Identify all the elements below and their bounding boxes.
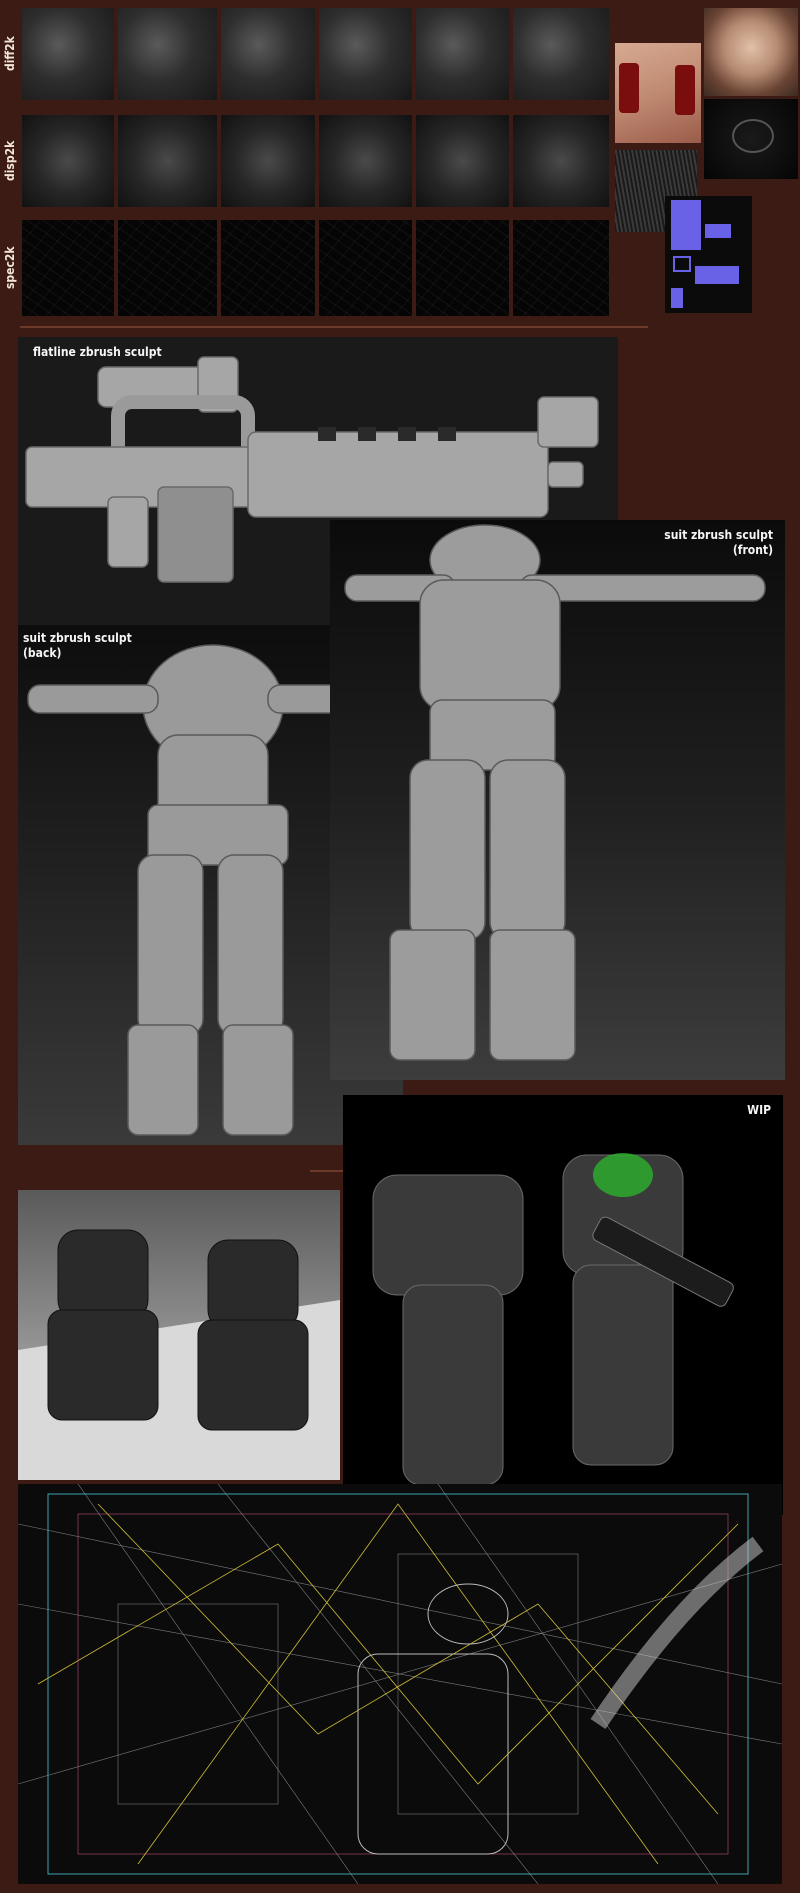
row-label-spec2k: spec2k [3, 246, 17, 290]
gun-caption: flatline zbrush sculpt [33, 345, 162, 359]
suit-back-caption: suit zbrush sculpt (back) [23, 631, 132, 660]
diff-texture-tile-5 [416, 8, 509, 100]
disp-texture-tile-4 [319, 115, 412, 207]
diff-texture-tile-2 [118, 8, 217, 100]
wip-render [372, 1153, 734, 1486]
suit-front-render [344, 524, 766, 1061]
row-label-diff2k: diff2k [3, 36, 17, 72]
diff-texture-tile-3 [221, 8, 315, 100]
spec-texture-tile-4 [319, 220, 412, 316]
shaded-suit-panel [18, 1190, 340, 1480]
wireframe-panel [18, 1484, 782, 1884]
skin-texture-tile [615, 43, 701, 143]
spec-texture-tile-6 [513, 220, 609, 316]
suit-front-caption: suit zbrush sculpt (front) [664, 528, 773, 557]
disp-texture-tile-1 [22, 115, 114, 207]
section-divider-top [20, 326, 648, 328]
suit-front-panel: suit zbrush sculpt (front) [330, 520, 785, 1080]
diff-texture-tile-4 [319, 8, 412, 100]
spec-texture-tile-5 [416, 220, 509, 316]
normal-map-tile [665, 196, 752, 313]
spec-texture-tile-1 [22, 220, 114, 316]
wireframe-scene-render [18, 1484, 782, 1884]
disp-texture-tile-6 [513, 115, 609, 207]
wip-panel: WIP [343, 1095, 783, 1515]
diff-texture-tile-1 [22, 8, 114, 100]
spec-texture-tile-2 [118, 220, 217, 316]
wip-caption: WIP [747, 1103, 771, 1117]
shaded-suits-render [18, 1229, 340, 1480]
row-label-disp2k: disp2k [3, 140, 17, 182]
disp-texture-tile-3 [221, 115, 315, 207]
disp-texture-tile-2 [118, 115, 217, 207]
disp-texture-tile-5 [416, 115, 509, 207]
face-mask-tile [704, 99, 798, 179]
diff-texture-tile-6 [513, 8, 609, 100]
face-texture-tile [704, 8, 798, 96]
spec-texture-tile-3 [221, 220, 315, 316]
